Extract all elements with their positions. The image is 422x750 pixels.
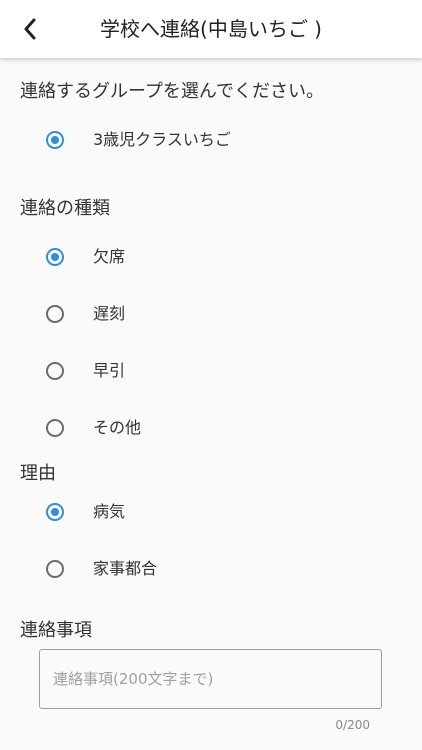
message-section-title: 連絡事項 [20, 620, 92, 641]
radio-option-absence[interactable]: 欠席 [0, 237, 422, 277]
radio-button[interactable] [46, 362, 64, 380]
character-counter: 0/200 [335, 718, 370, 732]
message-placeholder: 連絡事項(200文字まで) [53, 670, 214, 688]
reason-section-title: 理由 [20, 463, 56, 484]
type-section-title: 連絡の種類 [20, 198, 110, 219]
radio-button[interactable] [46, 503, 64, 521]
message-textarea[interactable]: 連絡事項(200文字まで) [39, 649, 382, 709]
radio-option-group-0[interactable]: 3歳児クラスいちご [0, 120, 422, 160]
radio-button[interactable] [46, 131, 64, 149]
radio-button[interactable] [46, 560, 64, 578]
radio-option-family-reasons[interactable]: 家事都合 [0, 549, 422, 589]
page-title: 学校へ連絡(中島いちご ) [100, 17, 322, 41]
radio-button[interactable] [46, 419, 64, 437]
radio-label: 3歳児クラスいちご [93, 130, 231, 149]
radio-button[interactable] [46, 305, 64, 323]
app-bar: 学校へ連絡(中島いちご ) [0, 0, 422, 58]
radio-label: 家事都合 [93, 559, 158, 578]
radio-label: 遅刻 [93, 304, 126, 323]
radio-option-early-leave[interactable]: 早引 [0, 351, 422, 391]
radio-option-illness[interactable]: 病気 [0, 492, 422, 532]
radio-label: その他 [93, 418, 142, 437]
radio-label: 早引 [93, 361, 126, 380]
group-section-title: 連絡するグループを選んでください。 [20, 81, 325, 102]
radio-option-late[interactable]: 遅刻 [0, 294, 422, 334]
radio-option-other[interactable]: その他 [0, 408, 422, 448]
radio-label: 欠席 [93, 247, 126, 266]
radio-label: 病気 [93, 502, 126, 521]
radio-button[interactable] [46, 248, 64, 266]
